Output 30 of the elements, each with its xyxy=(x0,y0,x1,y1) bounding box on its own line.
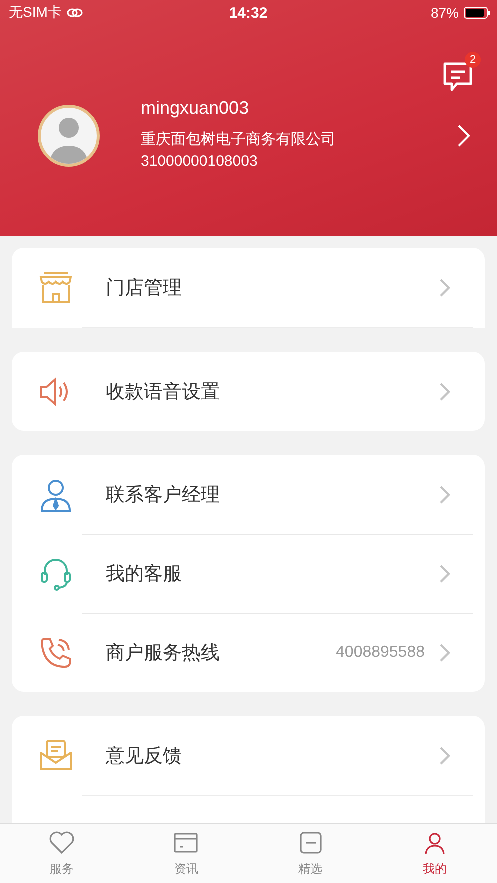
menu-row[interactable]: 门店管理 xyxy=(12,248,485,327)
person-icon xyxy=(39,478,73,512)
status-time: 14:32 xyxy=(229,4,268,22)
heart-icon xyxy=(48,829,76,857)
headset-icon xyxy=(39,556,73,590)
menu-row[interactable]: 收款语音设置 xyxy=(12,352,485,431)
username: mingxuan003 xyxy=(141,98,250,119)
chevron-icon xyxy=(439,642,451,662)
phone-icon xyxy=(39,636,73,670)
battery-icon xyxy=(464,7,491,19)
chevron-icon xyxy=(439,564,451,584)
chevron-icon xyxy=(439,484,451,504)
merchant-id: 31000000108003 xyxy=(141,152,259,172)
battery-percent: 87% xyxy=(430,5,459,21)
chevron-icon xyxy=(439,746,451,766)
notification-badge: 2 xyxy=(465,52,481,68)
tab[interactable]: 资讯 xyxy=(124,824,248,883)
tab[interactable]: 我的 xyxy=(372,824,497,883)
menu-row[interactable]: 意见反馈 xyxy=(12,716,485,795)
link-icon xyxy=(66,8,83,18)
shop-icon xyxy=(39,272,73,304)
envelope-icon xyxy=(39,738,73,772)
menu-row[interactable]: 商户服务热线 4008895588 xyxy=(12,613,485,692)
chevron-icon xyxy=(439,382,451,402)
menu-row[interactable]: 我的客服 xyxy=(12,534,485,613)
carrier-label: 无SIM卡 xyxy=(9,4,62,22)
chevron-icon xyxy=(439,278,451,298)
chevron-icon[interactable] xyxy=(457,124,471,148)
company-name: 重庆面包树电子商务有限公司 xyxy=(141,130,337,150)
menu-row[interactable]: 联系客户经理 xyxy=(12,455,485,534)
